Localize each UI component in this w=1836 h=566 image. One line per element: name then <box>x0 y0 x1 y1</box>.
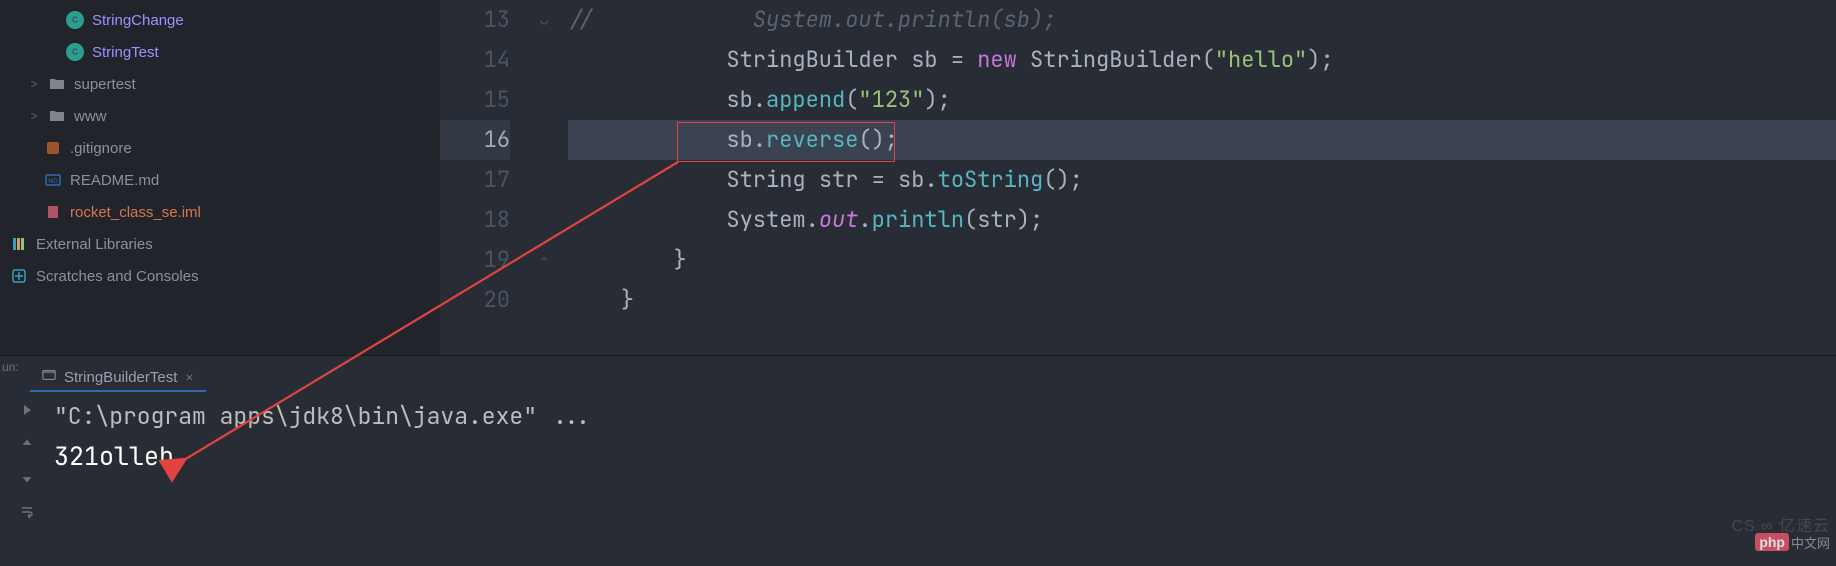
tree-label: supertest <box>74 76 136 93</box>
tree-label: rocket_class_se.iml <box>70 204 201 221</box>
java-class-icon: C <box>66 43 84 61</box>
libraries-icon <box>10 235 28 253</box>
soft-wrap-icon[interactable] <box>17 502 37 522</box>
tree-item-scratches[interactable]: Scratches and Consoles <box>6 260 440 292</box>
close-icon[interactable]: × <box>185 369 193 385</box>
tree-label: www <box>74 108 107 125</box>
code-line[interactable]: StringBuilder sb = new StringBuilder("he… <box>568 40 1836 80</box>
code-line-current[interactable]: sb.reverse(); <box>568 120 1836 160</box>
code-line[interactable]: } <box>568 280 1836 320</box>
line-number: 14 <box>440 40 510 80</box>
svg-text:MD: MD <box>48 179 58 185</box>
tree-item-readme[interactable]: MD README.md <box>6 164 440 196</box>
fold-gutter: ⌄ ⌃ <box>536 0 568 355</box>
code-line[interactable]: // System.out.println(sb); <box>568 0 1836 40</box>
line-number: 17 <box>440 160 510 200</box>
console-output[interactable]: "C:\program apps\jdk8\bin\java.exe" ... … <box>54 392 1836 565</box>
tree-label: StringTest <box>92 44 159 61</box>
code-line[interactable]: String str = sb.toString(); <box>568 160 1836 200</box>
code-line[interactable]: System.out.println(str); <box>568 200 1836 240</box>
chevron-right-icon[interactable]: > <box>28 77 40 91</box>
folder-icon <box>48 107 66 125</box>
line-number: 13 <box>440 0 510 40</box>
iml-icon <box>44 203 62 221</box>
run-config-icon <box>42 368 56 386</box>
down-icon[interactable] <box>17 468 37 488</box>
run-tab-label: StringBuilderTest <box>64 369 177 386</box>
gitignore-icon <box>44 139 62 157</box>
run-tool-window: un: StringBuilderTest × <box>0 355 1836 565</box>
tree-item-www[interactable]: > www <box>6 100 440 132</box>
line-number: 20 <box>440 280 510 320</box>
run-label: un: <box>2 360 19 374</box>
scratches-icon <box>10 267 28 285</box>
svg-text:C: C <box>72 16 78 25</box>
tree-label: README.md <box>70 172 159 189</box>
tree-item-iml[interactable]: rocket_class_se.iml <box>6 196 440 228</box>
line-number: 19 <box>440 240 510 280</box>
svg-text:C: C <box>72 48 78 57</box>
tree-label: Scratches and Consoles <box>36 268 199 285</box>
line-number: 16 <box>440 120 510 160</box>
up-icon[interactable] <box>17 434 37 454</box>
run-toolbar <box>0 392 54 565</box>
rerun-icon[interactable] <box>17 400 37 420</box>
console-line: "C:\program apps\jdk8\bin\java.exe" ... <box>54 396 1836 436</box>
line-number: 15 <box>440 80 510 120</box>
java-class-icon: C <box>66 11 84 29</box>
tree-item-gitignore[interactable]: .gitignore <box>6 132 440 164</box>
tree-item-external-libraries[interactable]: External Libraries <box>6 228 440 260</box>
tree-label: External Libraries <box>36 236 153 253</box>
markdown-icon: MD <box>44 171 62 189</box>
line-number-gutter: 13 14 15 16 17 18 19 20 <box>440 0 536 355</box>
code-editor[interactable]: 13 14 15 16 17 18 19 20 ⌄ ⌃ // System.ou… <box>440 0 1836 355</box>
tree-item-supertest[interactable]: > supertest <box>6 68 440 100</box>
tree-item-string-change[interactable]: C StringChange <box>6 4 440 36</box>
tree-label: StringChange <box>92 12 184 29</box>
folder-icon <box>48 75 66 93</box>
run-tab-bar: StringBuilderTest × <box>0 356 1836 392</box>
console-line-output: 321olleh <box>54 436 1836 476</box>
run-tab-stringbuildertest[interactable]: StringBuilderTest × <box>30 362 206 392</box>
code-area[interactable]: // System.out.println(sb); StringBuilder… <box>568 0 1836 355</box>
code-line[interactable]: } <box>568 240 1836 280</box>
code-line[interactable]: sb.append("123"); <box>568 80 1836 120</box>
chevron-right-icon[interactable]: > <box>28 109 40 123</box>
fold-handle-icon[interactable]: ⌄ <box>540 12 548 30</box>
project-tree: C StringChange C StringTest > supertest … <box>0 0 440 355</box>
fold-handle-icon[interactable]: ⌃ <box>540 252 548 270</box>
tree-item-string-test[interactable]: C StringTest <box>6 36 440 68</box>
line-number: 18 <box>440 200 510 240</box>
tree-label: .gitignore <box>70 140 132 157</box>
